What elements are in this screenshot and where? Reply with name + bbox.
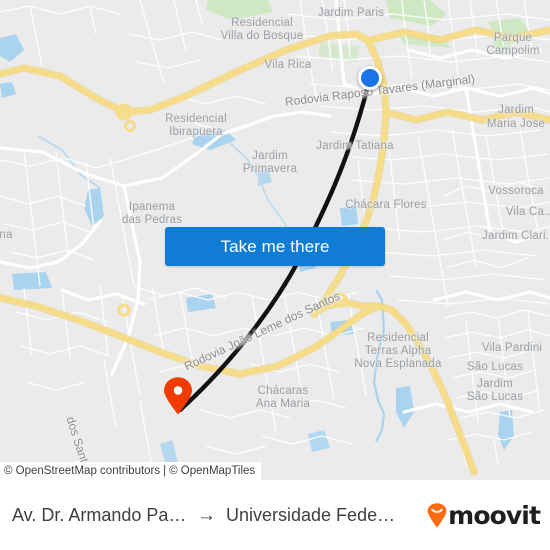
origin-label: Av. Dr. Armando Pan... (12, 504, 187, 525)
attribution-separator: | (163, 465, 167, 477)
destination-pin-icon[interactable] (163, 377, 193, 415)
origin-marker-icon[interactable] (358, 66, 382, 90)
moovit-logo[interactable]: moovit (427, 500, 541, 530)
destination-label: Universidade Federal De Sã... (226, 504, 401, 525)
map-attribution-bar: © OpenStreetMap contributors | © OpenMap… (0, 462, 262, 480)
attribution-tiles-link[interactable]: © OpenMapTiles (169, 465, 255, 477)
moovit-wordmark: moovit (448, 500, 541, 530)
map-canvas[interactable]: Jardim Paris Residencial Villa do Bosque Pa… (0, 0, 550, 480)
trip-footer-bar: Av. Dr. Armando Pan... → Universidade Fe… (0, 480, 550, 550)
attribution-osm-link[interactable]: © OpenStreetMap contributors (4, 465, 160, 477)
moovit-trip-map-screen: Jardim Paris Residencial Villa do Bosque Pa… (0, 0, 550, 550)
take-me-there-button[interactable]: Take me there (165, 227, 385, 266)
arrow-right-icon: → (197, 504, 216, 526)
moovit-pin-icon (427, 502, 447, 528)
route-summary[interactable]: Av. Dr. Armando Pan... → Universidade Fe… (12, 505, 419, 526)
